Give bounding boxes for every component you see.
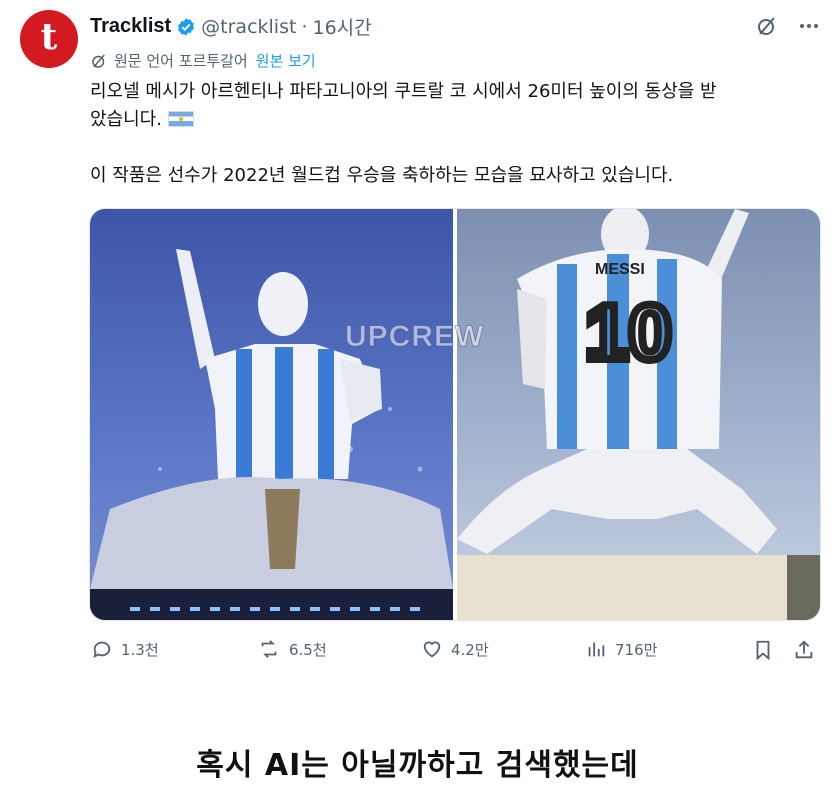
- tweet-line: 리오넬 메시가 아르헨티나 파타고니아의 쿠트랄 코 시에서 26미터 높이의 …: [90, 81, 717, 102]
- share-button[interactable]: [793, 638, 815, 662]
- tweet-line: 았습니다.: [90, 106, 810, 134]
- reply-button[interactable]: 1.3천: [91, 638, 159, 660]
- repost-button[interactable]: 6.5천: [257, 638, 327, 660]
- statue-back-photo[interactable]: MESSI 10: [457, 209, 820, 620]
- statue-front-photo[interactable]: [90, 209, 453, 620]
- heart-icon: [423, 641, 441, 658]
- timestamp[interactable]: 16시간: [312, 13, 371, 40]
- views-count: 716만: [615, 640, 658, 659]
- tweet-text: 리오넬 메시가 아르헨티나 파타고니아의 쿠트랄 코 시에서 26미터 높이의 …: [90, 78, 810, 190]
- reply-count: 1.3천: [121, 640, 159, 659]
- statue-back-image: MESSI 10: [457, 209, 820, 620]
- repost-icon: [261, 640, 277, 658]
- separator-dot: ·: [301, 15, 308, 38]
- like-button[interactable]: 4.2만: [421, 638, 489, 660]
- show-original-link[interactable]: 원본 보기: [256, 50, 316, 71]
- caption-text: 혹시 AI는 아닐까하고 검색했는데: [196, 748, 639, 783]
- translation-label: 원문 언어 포르투갈어: [114, 52, 248, 70]
- like-count: 4.2만: [451, 640, 489, 659]
- tweet-header: Tracklist @tracklist · 16시간: [90, 13, 372, 40]
- tweet-media: MESSI 10: [89, 208, 821, 621]
- grok-icon[interactable]: [755, 14, 779, 38]
- bookmark-icon: [756, 640, 770, 661]
- tweet-line: 이 작품은 선수가 2022년 월드컵 우승을 축하하는 모습을 묘사하고 있습…: [90, 165, 674, 186]
- more-icon[interactable]: [797, 14, 821, 38]
- translation-row: 원문 언어 포르투갈어 원본 보기: [90, 50, 316, 71]
- verified-badge-icon: [178, 17, 195, 36]
- author-handle[interactable]: @tracklist: [201, 16, 296, 38]
- statue-front-image: [90, 209, 453, 620]
- jersey-name-text: MESSI: [595, 261, 645, 278]
- author-name[interactable]: Tracklist: [90, 15, 171, 38]
- avatar[interactable]: t: [20, 10, 78, 68]
- tweet-actions: 1.3천 6.5천 4.2만 716만: [89, 638, 819, 666]
- share-icon: [795, 640, 813, 659]
- avatar-letter: t: [40, 16, 58, 58]
- views-button[interactable]: 716만: [585, 638, 657, 660]
- watermark-text: UPCREW: [344, 320, 485, 354]
- jersey-number-text: 10: [585, 288, 672, 376]
- top-actions: [755, 14, 821, 38]
- argentina-flag-icon: [167, 111, 194, 127]
- bookmark-button[interactable]: [752, 638, 774, 662]
- tweet-line-text: 았습니다.: [90, 109, 162, 130]
- reply-icon: [93, 641, 111, 659]
- repost-count: 6.5천: [289, 640, 327, 659]
- translate-icon: [92, 54, 105, 68]
- views-icon: [588, 642, 605, 657]
